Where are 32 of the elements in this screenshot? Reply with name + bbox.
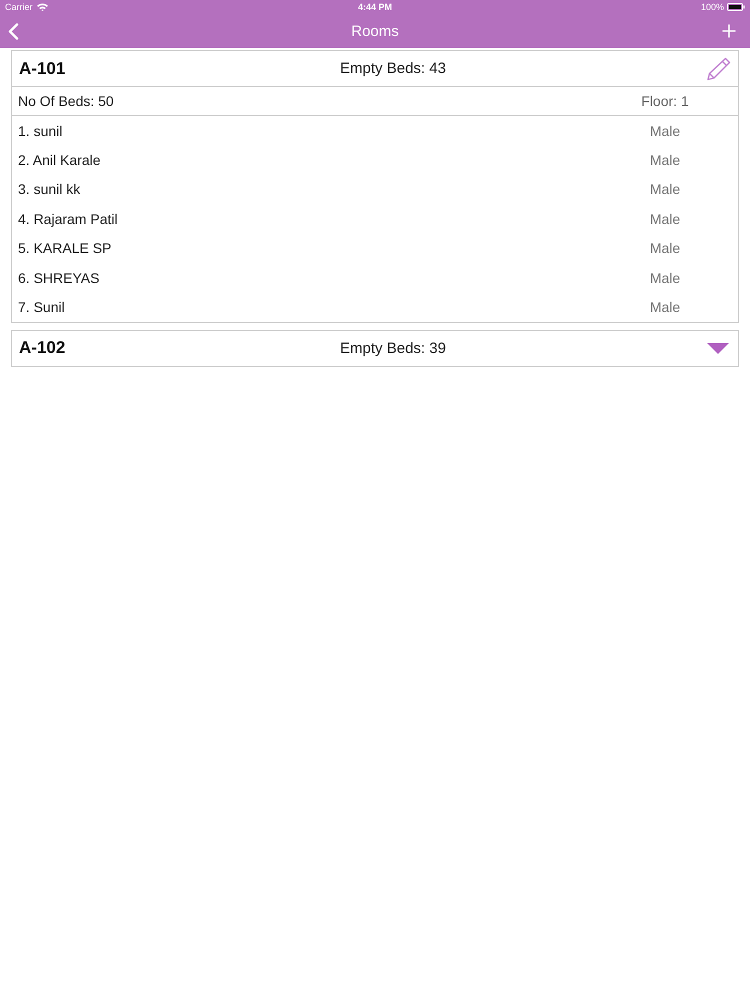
- carrier-label: Carrier: [5, 2, 33, 12]
- occupant-gender: Male: [648, 152, 682, 168]
- back-chevron-icon: [8, 22, 19, 40]
- occupant-name: 2. Anil Karale: [18, 152, 102, 168]
- occupant-gender: Male: [648, 210, 682, 227]
- occupant-gender: Male: [648, 270, 682, 286]
- room-name: A-101: [18, 58, 66, 78]
- floor-label: Floor: 1: [640, 93, 690, 109]
- occupant-name: 1. sunil: [18, 122, 64, 139]
- occupant-gender: Male: [648, 122, 682, 139]
- expand-triangle-icon[interactable]: [707, 342, 729, 354]
- wifi-icon: [36, 3, 48, 11]
- empty-beds-label: Empty Beds: 43: [339, 60, 447, 77]
- occupant-name: 6. SHREYAS: [18, 270, 100, 286]
- back-button[interactable]: [8, 22, 19, 40]
- empty-beds-label: Empty Beds: 39: [339, 340, 447, 357]
- battery-icon: [727, 3, 745, 11]
- occupant-name: 4. Rajaram Patil: [18, 210, 119, 227]
- occupant-name: 3. sunil kk: [18, 181, 82, 198]
- occupant-gender: Male: [648, 181, 682, 198]
- plus-icon: [722, 24, 736, 38]
- battery-percent: 100%: [700, 2, 724, 12]
- occupant-gender: Male: [648, 299, 682, 316]
- add-button[interactable]: [722, 24, 736, 38]
- room-name: A-102: [18, 338, 66, 358]
- nav-title: Rooms: [350, 22, 400, 40]
- occupant-name: 5. KARALE SP: [18, 240, 112, 256]
- pencil-icon[interactable]: [706, 56, 730, 80]
- occupant-name: 7. Sunil: [18, 299, 66, 316]
- occupant-gender: Male: [648, 240, 682, 256]
- beds-count-label: No Of Beds: 50: [18, 93, 115, 109]
- status-time: 4:44 PM: [358, 2, 392, 12]
